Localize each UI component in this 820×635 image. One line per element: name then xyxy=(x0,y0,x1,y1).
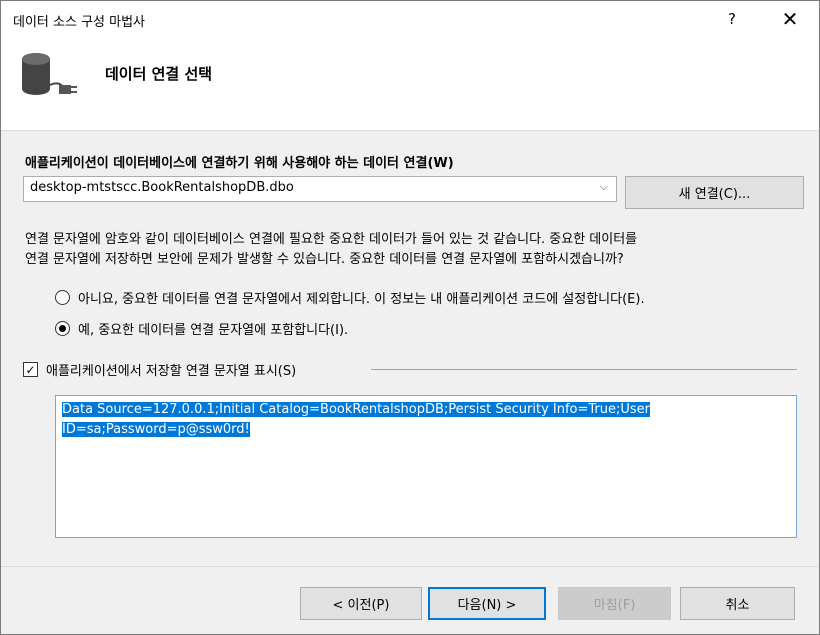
connection-label: 애플리케이션이 데이터베이스에 연결하기 위해 사용해야 하는 데이터 연결(W… xyxy=(25,156,454,171)
connection-string-line-2: ID=sa;Password=p@ssw0rd! xyxy=(62,422,250,437)
next-button[interactable]: 다음(N) > xyxy=(428,587,546,620)
new-connection-button[interactable]: 새 연결(C)... xyxy=(625,176,804,209)
radio-exclude-label: 아니요, 중요한 데이터를 연결 문자열에서 제외합니다. 이 정보는 내 애플… xyxy=(78,292,645,307)
radio-include[interactable] xyxy=(55,321,70,336)
sensitive-data-warning: 연결 문자열에 암호와 같이 데이터베이스 연결에 필요한 중요한 데이터가 들… xyxy=(25,230,805,270)
group-divider xyxy=(371,369,797,370)
connection-dropdown[interactable]: desktop-mtstscc.BookRentalshopDB.dbo ⌵ xyxy=(23,176,617,202)
title-bar: 데이터 소스 구성 마법사 ? ✕ xyxy=(1,1,819,37)
show-string-row[interactable]: ✓ 애플리케이션에서 저장할 연결 문자열 표시(S) xyxy=(23,360,296,379)
help-button[interactable]: ? xyxy=(709,1,755,37)
radio-include-row[interactable]: 예, 중요한 데이터를 연결 문자열에 포함합니다(I). xyxy=(55,319,348,338)
wizard-window: 데이터 소스 구성 마법사 ? ✕ 데이터 연결 선택 애플리케이션이 데이터베… xyxy=(0,0,820,635)
cancel-button[interactable]: 취소 xyxy=(680,587,795,620)
close-button[interactable]: ✕ xyxy=(767,1,813,37)
chevron-down-icon: ⌵ xyxy=(599,180,608,193)
page-title: 데이터 연결 선택 xyxy=(105,65,213,83)
footer-divider xyxy=(1,566,819,567)
database-plug-icon xyxy=(22,53,77,95)
warning-line-1: 연결 문자열에 암호와 같이 데이터베이스 연결에 필요한 중요한 데이터가 들… xyxy=(25,232,638,247)
connection-selected-value: desktop-mtstscc.BookRentalshopDB.dbo xyxy=(30,180,294,195)
wizard-header: 데이터 연결 선택 xyxy=(1,37,819,131)
show-string-checkbox[interactable]: ✓ xyxy=(23,362,38,377)
connection-string-textbox[interactable]: Data Source=127.0.0.1;Initial Catalog=Bo… xyxy=(55,395,797,538)
connection-string-line-1: Data Source=127.0.0.1;Initial Catalog=Bo… xyxy=(62,402,651,417)
window-title: 데이터 소스 구성 마법사 xyxy=(13,15,145,30)
show-string-label: 애플리케이션에서 저장할 연결 문자열 표시(S) xyxy=(46,364,297,379)
radio-exclude-row[interactable]: 아니요, 중요한 데이터를 연결 문자열에서 제외합니다. 이 정보는 내 애플… xyxy=(55,288,645,307)
radio-include-label: 예, 중요한 데이터를 연결 문자열에 포함합니다(I). xyxy=(78,323,349,338)
radio-exclude[interactable] xyxy=(55,290,70,305)
finish-button[interactable]: 마침(F) xyxy=(558,587,671,620)
prev-button[interactable]: < 이전(P) xyxy=(300,587,422,620)
warning-line-2: 연결 문자열에 저장하면 보안에 문제가 발생할 수 있습니다. 중요한 데이터… xyxy=(25,252,624,267)
